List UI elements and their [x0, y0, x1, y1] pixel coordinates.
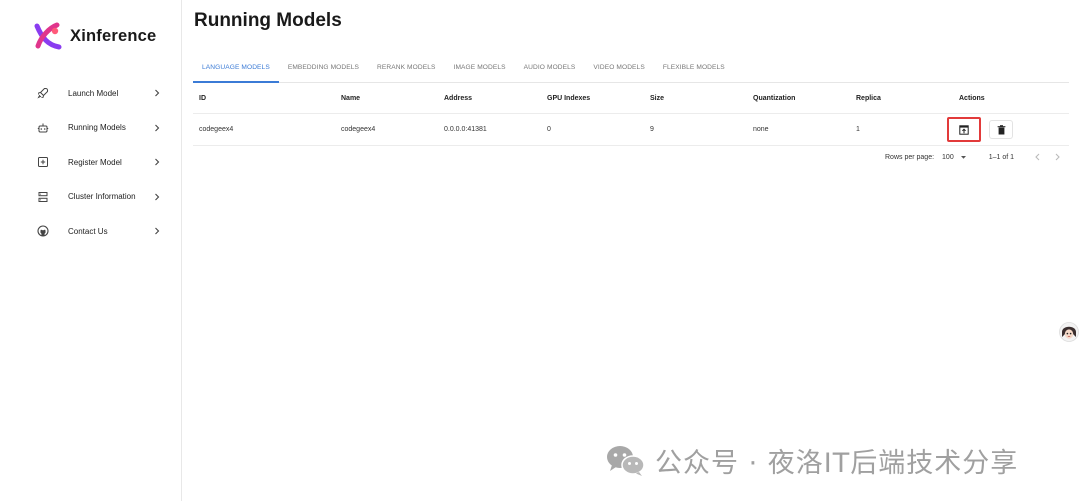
chevron-right-icon — [155, 227, 160, 235]
tab-rerank-models[interactable]: RERANK MODELS — [368, 57, 444, 82]
tab-audio-models[interactable]: AUDIO MODELS — [515, 57, 585, 82]
main-content: Running Models LANGUAGE MODELS EMBEDDING… — [182, 0, 1080, 501]
table-header: ID Name Address GPU Indexes Size Quantiz… — [193, 83, 1069, 114]
rows-per-page-value: 100 — [942, 153, 954, 161]
wechat-icon — [607, 445, 645, 476]
sidebar-item-label: Launch Model — [68, 88, 119, 98]
column-header-replica[interactable]: Replica — [850, 95, 953, 102]
model-type-tabs: LANGUAGE MODELS EMBEDDING MODELS RERANK … — [193, 57, 1069, 83]
next-page-button[interactable] — [1052, 152, 1062, 162]
delete-model-button[interactable] — [989, 120, 1013, 139]
app-window: Xinference Launch Model Running Models R… — [0, 0, 1080, 501]
running-models-table: ID Name Address GPU Indexes Size Quantiz… — [193, 83, 1069, 146]
sidebar-item-running-models[interactable]: Running Models — [0, 111, 181, 146]
add-box-icon — [36, 156, 49, 169]
cell-replica: 1 — [856, 126, 860, 133]
tab-flexible-models[interactable]: FLEXIBLE MODELS — [654, 57, 734, 82]
xinference-logo-icon — [34, 22, 62, 50]
cell-name: codegeex4 — [341, 126, 376, 133]
brand[interactable]: Xinference — [33, 22, 156, 50]
column-header-gpu-indexes[interactable]: GPU Indexes — [541, 95, 644, 102]
rows-per-page-select[interactable]: 100 — [942, 154, 967, 161]
cell-size: 9 — [650, 126, 654, 133]
cell-gpu-indexes: 0 — [547, 126, 551, 133]
chevron-right-icon — [155, 158, 160, 166]
table-row: codegeex4 codegeex4 0.0.0.0:41381 0 9 no… — [193, 114, 1069, 146]
column-header-address[interactable]: Address — [438, 95, 541, 102]
column-header-actions: Actions — [959, 94, 985, 102]
table-pagination: Rows per page: 100 1–1 of 1 — [885, 152, 1062, 162]
chevron-right-icon — [155, 124, 160, 132]
open-web-ui-button[interactable] — [947, 117, 981, 142]
github-icon — [36, 225, 49, 238]
chevron-left-icon — [1034, 153, 1039, 161]
trash-icon — [997, 124, 1005, 134]
watermark-text: 公众号 · 夜洛IT后端技术分享 — [655, 448, 1019, 479]
previous-page-button[interactable] — [1032, 152, 1042, 162]
server-icon — [36, 190, 49, 203]
cell-actions — [947, 117, 1069, 142]
tab-image-models[interactable]: IMAGE MODELS — [445, 57, 515, 82]
pagination-range: 1–1 of 1 — [988, 153, 1015, 161]
chevron-right-icon — [155, 193, 160, 201]
open-in-browser-icon — [959, 124, 969, 135]
column-header-name[interactable]: Name — [335, 95, 438, 102]
rows-per-page-label: Rows per page: — [885, 153, 935, 161]
cell-quantization: none — [753, 126, 769, 133]
cell-address: 0.0.0.0:41381 — [444, 126, 487, 133]
sidebar-item-launch-model[interactable]: Launch Model — [0, 76, 181, 111]
caret-down-icon — [960, 155, 966, 159]
sidebar-item-label: Cluster Information — [68, 192, 136, 202]
tab-video-models[interactable]: VIDEO MODELS — [584, 57, 653, 82]
sidebar-nav: Launch Model Running Models Register Mod… — [0, 76, 181, 249]
tab-language-models[interactable]: LANGUAGE MODELS — [193, 57, 279, 83]
cell-id: codegeex4 — [199, 126, 234, 133]
sidebar-item-label: Register Model — [68, 157, 122, 167]
sidebar-item-label: Contact Us — [68, 226, 108, 236]
column-header-id[interactable]: ID — [193, 95, 335, 102]
column-header-size[interactable]: Size — [644, 95, 747, 102]
chevron-right-icon — [155, 89, 160, 97]
sidebar-item-contact-us[interactable]: Contact Us — [0, 214, 181, 249]
tab-embedding-models[interactable]: EMBEDDING MODELS — [279, 57, 368, 82]
robot-icon — [36, 121, 49, 134]
floating-assistant-avatar[interactable] — [1058, 320, 1080, 344]
rocket-icon — [36, 87, 49, 100]
column-header-quantization[interactable]: Quantization — [747, 95, 850, 102]
sidebar-item-cluster-information[interactable]: Cluster Information — [0, 180, 181, 215]
sidebar-item-label: Running Models — [68, 123, 126, 133]
sidebar: Xinference Launch Model Running Models R… — [0, 0, 182, 501]
page-title: Running Models — [194, 10, 342, 31]
chevron-right-icon — [1055, 153, 1060, 161]
watermark: 公众号 · 夜洛IT后端技术分享 — [605, 441, 1018, 480]
sidebar-item-register-model[interactable]: Register Model — [0, 145, 181, 180]
brand-name: Xinference — [70, 26, 157, 45]
